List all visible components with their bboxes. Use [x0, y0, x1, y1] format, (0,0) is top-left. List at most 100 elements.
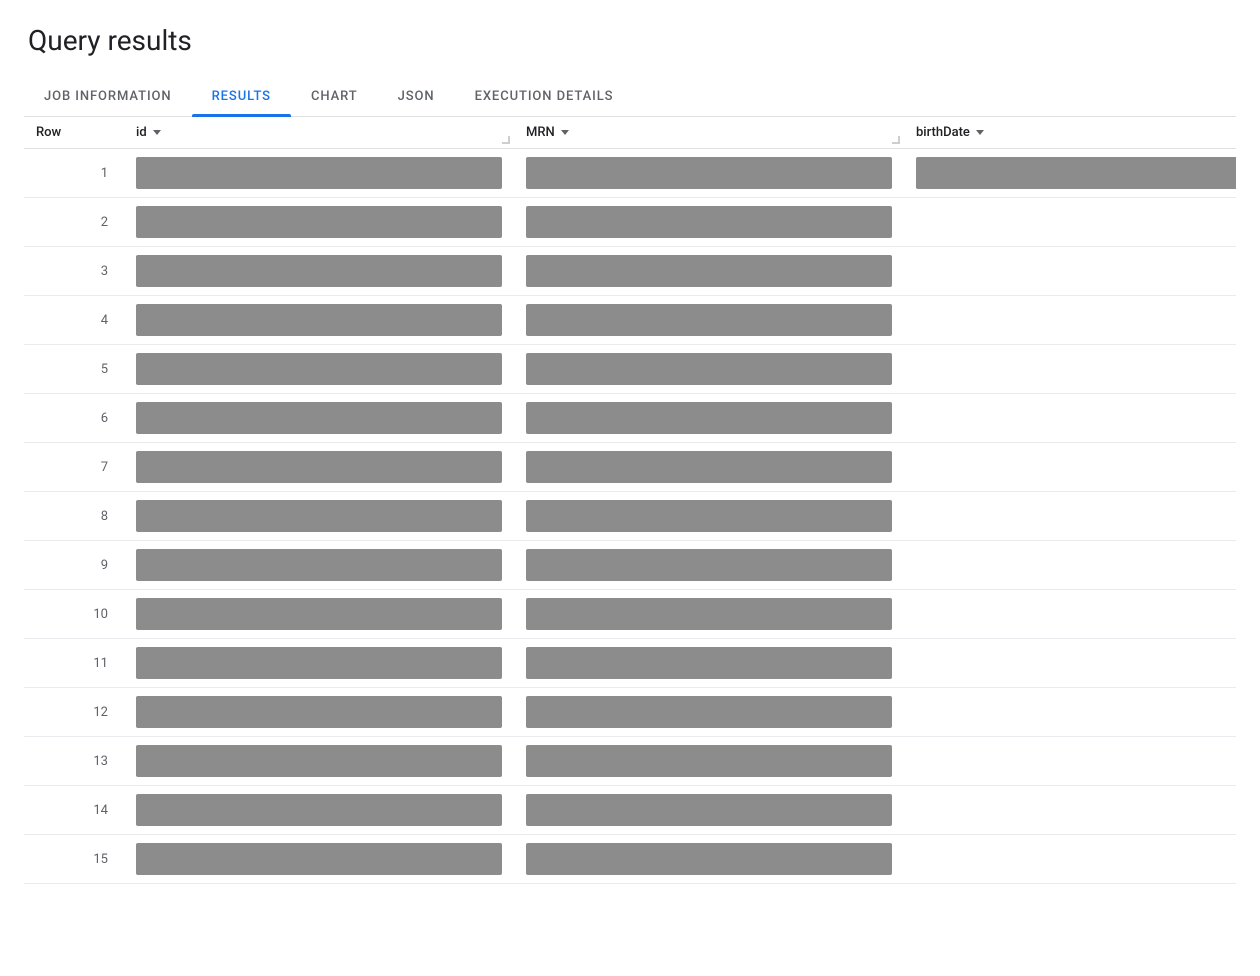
- table-row: 8: [24, 492, 1236, 541]
- birthdate-cell: [904, 443, 1236, 492]
- mrn-cell: [514, 296, 904, 345]
- mrn-cell-block: [526, 451, 892, 483]
- id-cell-block: [136, 255, 502, 287]
- column-header-id: id: [124, 117, 514, 149]
- id-cell: [124, 296, 514, 345]
- table-row: 10: [24, 590, 1236, 639]
- row-number-cell: 1: [24, 149, 124, 198]
- birthdate-cell: [904, 296, 1236, 345]
- id-cell-block: [136, 206, 502, 238]
- mrn-cell: [514, 394, 904, 443]
- mrn-cell-block: [526, 402, 892, 434]
- column-birthdate-label: birthDate: [916, 125, 970, 140]
- id-cell: [124, 492, 514, 541]
- mrn-cell-block: [526, 549, 892, 581]
- id-cell: [124, 737, 514, 786]
- mrn-cell-block: [526, 647, 892, 679]
- id-cell-block: [136, 402, 502, 434]
- id-cell: [124, 149, 514, 198]
- column-header-row: Row: [24, 117, 124, 149]
- results-table: Row id MRN: [24, 117, 1236, 884]
- id-cell: [124, 394, 514, 443]
- page-container: Query results JOB INFORMATION RESULTS CH…: [0, 0, 1260, 976]
- table-row: 15: [24, 835, 1236, 884]
- column-birthdate-dropdown-icon[interactable]: [976, 130, 984, 135]
- mrn-cell: [514, 149, 904, 198]
- column-id-resize-handle[interactable]: [502, 136, 510, 144]
- row-number-cell: 5: [24, 345, 124, 394]
- mrn-cell: [514, 443, 904, 492]
- mrn-cell-block: [526, 598, 892, 630]
- row-number-cell: 10: [24, 590, 124, 639]
- mrn-cell: [514, 639, 904, 688]
- mrn-cell-block: [526, 304, 892, 336]
- column-id-label: id: [136, 125, 147, 140]
- id-cell: [124, 541, 514, 590]
- id-cell-block: [136, 647, 502, 679]
- id-cell: [124, 835, 514, 884]
- column-id-dropdown-icon[interactable]: [153, 130, 161, 135]
- mrn-cell-block: [526, 353, 892, 385]
- id-cell-block: [136, 549, 502, 581]
- table-row: 9: [24, 541, 1236, 590]
- mrn-cell-block: [526, 843, 892, 875]
- tabs-bar: JOB INFORMATION RESULTS CHART JSON EXECU…: [24, 77, 1236, 117]
- row-number-cell: 12: [24, 688, 124, 737]
- row-number-cell: 8: [24, 492, 124, 541]
- mrn-cell: [514, 786, 904, 835]
- id-cell: [124, 639, 514, 688]
- mrn-cell-block: [526, 206, 892, 238]
- id-cell-block: [136, 843, 502, 875]
- id-cell: [124, 688, 514, 737]
- birthdate-cell-block: [916, 157, 1236, 189]
- column-mrn-resize-handle[interactable]: [892, 136, 900, 144]
- birthdate-cell: [904, 541, 1236, 590]
- results-table-container: Row id MRN: [24, 117, 1236, 884]
- mrn-cell-block: [526, 696, 892, 728]
- tab-execution-details[interactable]: EXECUTION DETAILS: [455, 77, 634, 116]
- table-row: 11: [24, 639, 1236, 688]
- id-cell-block: [136, 598, 502, 630]
- tab-results[interactable]: RESULTS: [192, 77, 291, 116]
- mrn-cell: [514, 737, 904, 786]
- column-header-mrn: MRN: [514, 117, 904, 149]
- table-header-row: Row id MRN: [24, 117, 1236, 149]
- tab-json[interactable]: JSON: [378, 77, 455, 116]
- birthdate-cell: [904, 786, 1236, 835]
- mrn-cell: [514, 590, 904, 639]
- column-header-birthdate: birthDate: [904, 117, 1236, 149]
- birthdate-cell: [904, 492, 1236, 541]
- mrn-cell: [514, 835, 904, 884]
- table-row: 6: [24, 394, 1236, 443]
- row-number-cell: 11: [24, 639, 124, 688]
- birthdate-cell: [904, 394, 1236, 443]
- column-mrn-dropdown-icon[interactable]: [561, 130, 569, 135]
- mrn-cell: [514, 345, 904, 394]
- mrn-cell-block: [526, 255, 892, 287]
- page-title: Query results: [24, 24, 1236, 57]
- mrn-cell-block: [526, 500, 892, 532]
- mrn-cell-block: [526, 745, 892, 777]
- tab-job-information[interactable]: JOB INFORMATION: [24, 77, 192, 116]
- table-row: 1: [24, 149, 1236, 198]
- mrn-cell: [514, 492, 904, 541]
- tab-chart[interactable]: CHART: [291, 77, 378, 116]
- birthdate-cell: [904, 688, 1236, 737]
- mrn-cell: [514, 541, 904, 590]
- id-cell-block: [136, 794, 502, 826]
- id-cell: [124, 345, 514, 394]
- birthdate-cell: [904, 639, 1236, 688]
- row-number-cell: 7: [24, 443, 124, 492]
- row-number-cell: 13: [24, 737, 124, 786]
- table-row: 2: [24, 198, 1236, 247]
- table-row: 5: [24, 345, 1236, 394]
- row-number-cell: 14: [24, 786, 124, 835]
- birthdate-cell: [904, 247, 1236, 296]
- table-row: 12: [24, 688, 1236, 737]
- mrn-cell: [514, 688, 904, 737]
- id-cell: [124, 443, 514, 492]
- birthdate-cell: [904, 149, 1236, 198]
- birthdate-cell: [904, 345, 1236, 394]
- mrn-cell: [514, 247, 904, 296]
- row-number-cell: 6: [24, 394, 124, 443]
